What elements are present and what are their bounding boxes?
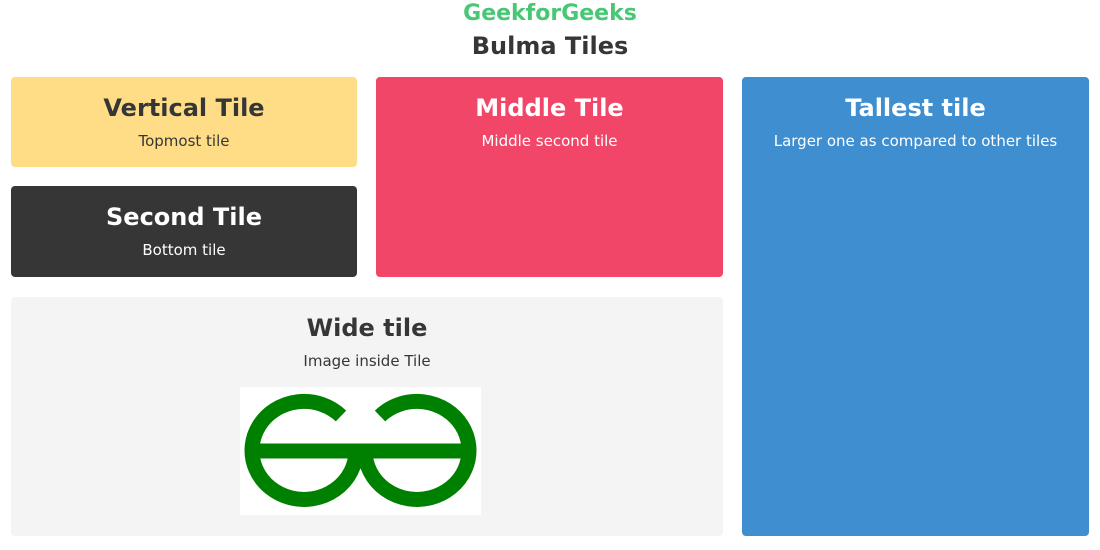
tallest-tile-title: Tallest tile [845,94,986,122]
middle-tile: Middle Tile Middle second tile [376,77,723,277]
second-tile-title: Second Tile [106,203,262,231]
vertical-tile-subtitle: Topmost tile [138,132,230,150]
geeksforgeeks-logo-icon [240,387,481,515]
second-tile-subtitle: Bottom tile [142,241,226,259]
vertical-tile-title: Vertical Tile [103,94,265,122]
wide-tile-title: Wide tile [306,314,428,342]
page: GeekforGeeks Bulma Tiles Vertical Tile T… [0,0,1100,550]
tallest-tile: Tallest tile Larger one as compared to o… [742,77,1089,536]
vertical-tile: Vertical Tile Topmost tile [11,77,357,167]
tallest-tile-subtitle: Larger one as compared to other tiles [773,132,1058,150]
page-title: Bulma Tiles [471,32,629,60]
second-tile: Second Tile Bottom tile [11,186,357,277]
site-title: GeekforGeeks [463,1,637,26]
wide-tile: Wide tile Image inside Tile [11,297,723,536]
middle-tile-title: Middle Tile [475,94,624,122]
middle-tile-subtitle: Middle second tile [481,132,618,150]
wide-tile-subtitle: Image inside Tile [303,352,431,370]
